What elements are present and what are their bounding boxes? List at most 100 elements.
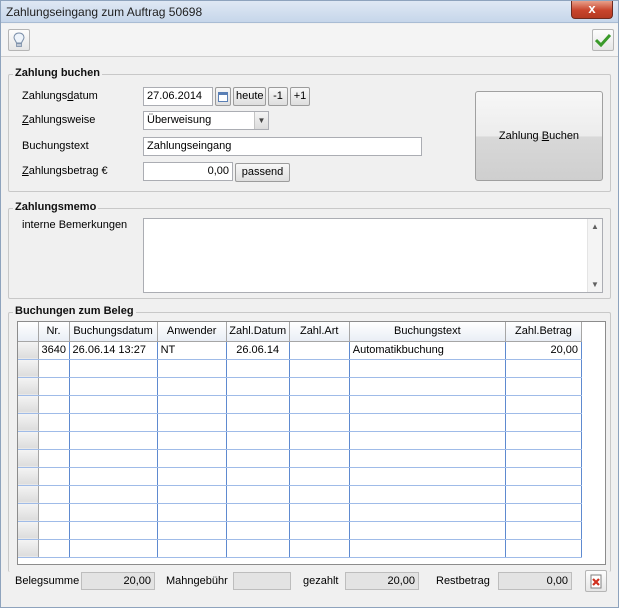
empty-cell [157, 485, 227, 504]
table-row-empty[interactable] [18, 467, 583, 486]
empty-cell [226, 449, 290, 468]
booking-text-input[interactable]: Zahlungseingang [143, 137, 422, 156]
dunning-fee-label: Mahngebühr [166, 575, 228, 587]
fit-amount-button[interactable]: passend [235, 163, 290, 182]
table-row-empty[interactable] [18, 413, 583, 432]
table-row-empty[interactable] [18, 431, 583, 450]
column-header[interactable]: Buchungstext [349, 322, 506, 342]
empty-cell [38, 539, 70, 558]
empty-cell [226, 485, 290, 504]
book-payment-button[interactable]: Zahlung Buchen [475, 91, 603, 181]
empty-cell [226, 539, 290, 558]
cell-nr: 3640 [38, 341, 70, 360]
table-row-empty[interactable] [18, 395, 583, 414]
empty-cell [38, 467, 70, 486]
memo-group-legend: Zahlungsmemo [13, 201, 99, 213]
column-header[interactable]: Anwender [157, 322, 227, 342]
ok-button[interactable] [592, 29, 614, 51]
column-header[interactable]: Zahl.Betrag [505, 322, 583, 342]
column-header[interactable]: Nr. [38, 322, 70, 342]
window-title: Zahlungseingang zum Auftrag 50698 [6, 5, 203, 19]
scroll-up-icon[interactable]: ▲ [591, 222, 599, 231]
payment-type-select[interactable]: Überweisung ▼ [143, 111, 269, 130]
memo-scrollbar[interactable]: ▲ ▼ [587, 219, 602, 292]
table-row-empty[interactable] [18, 485, 583, 504]
cell-amount: 20,00 [505, 341, 583, 360]
empty-cell [226, 431, 290, 450]
date-input[interactable]: 27.06.2014 [143, 87, 213, 106]
empty-cell [69, 485, 158, 504]
row-selector[interactable] [18, 467, 39, 486]
empty-cell [349, 467, 506, 486]
empty-cell [349, 377, 506, 396]
empty-cell [505, 395, 583, 414]
calendar-button[interactable] [215, 87, 231, 106]
row-selector[interactable] [18, 431, 39, 450]
empty-cell [349, 359, 506, 378]
table-row-empty[interactable] [18, 539, 583, 558]
table-row[interactable]: 3640 26.06.14 13:27 NT 26.06.14 Automati… [18, 341, 583, 360]
empty-cell [157, 413, 227, 432]
empty-cell [505, 431, 583, 450]
empty-cell [505, 449, 583, 468]
empty-cell [69, 413, 158, 432]
row-selector[interactable] [18, 377, 39, 396]
minus-one-day-button[interactable]: -1 [268, 87, 288, 106]
booking-text-label: Buchungstext [22, 140, 89, 152]
table-row-empty[interactable] [18, 521, 583, 540]
empty-cell [289, 359, 350, 378]
table-row-empty[interactable] [18, 377, 583, 396]
row-selector[interactable] [18, 359, 39, 378]
row-selector[interactable] [18, 395, 39, 414]
scroll-down-icon[interactable]: ▼ [591, 280, 599, 289]
table-row-empty[interactable] [18, 359, 583, 378]
empty-cell [38, 449, 70, 468]
empty-cell [226, 395, 290, 414]
empty-cell [226, 503, 290, 522]
document-sum-value: 20,00 [81, 572, 155, 590]
empty-cell [38, 485, 70, 504]
title-bar: Zahlungseingang zum Auftrag 50698 x [1, 1, 618, 23]
column-header[interactable]: Zahl.Datum [226, 322, 290, 342]
empty-cell [349, 395, 506, 414]
column-header[interactable]: Zahl.Art [289, 322, 350, 342]
empty-cell [349, 521, 506, 540]
row-selector[interactable] [18, 539, 39, 558]
row-selector[interactable] [18, 449, 39, 468]
empty-cell [349, 503, 506, 522]
close-button[interactable]: x [571, 1, 613, 19]
empty-cell [226, 521, 290, 540]
row-selector-header [18, 322, 39, 342]
table-row-empty[interactable] [18, 503, 583, 522]
empty-cell [69, 377, 158, 396]
row-selector[interactable] [18, 485, 39, 504]
cell-payment-date: 26.06.14 [226, 341, 290, 360]
delete-booking-button[interactable] [585, 570, 607, 592]
row-selector[interactable] [18, 521, 39, 540]
memo-textarea[interactable]: ▲ ▼ [143, 218, 603, 293]
plus-one-day-button[interactable]: +1 [290, 87, 310, 106]
amount-label: Zahlungsbetrag € [22, 165, 108, 177]
dunning-fee-value [233, 572, 291, 590]
empty-cell [38, 395, 70, 414]
row-selector[interactable] [18, 341, 39, 360]
empty-cell [69, 449, 158, 468]
payment-type-value: Überweisung [147, 114, 212, 126]
cell-booking-text: Automatikbuchung [349, 341, 506, 360]
row-selector[interactable] [18, 503, 39, 522]
amount-input[interactable]: 0,00 [143, 162, 233, 181]
payment-type-label: Zahlungsweise [22, 114, 96, 126]
info-button[interactable] [8, 29, 30, 51]
column-header[interactable]: Buchungsdatum [69, 322, 158, 342]
empty-cell [505, 485, 583, 504]
chevron-down-icon[interactable]: ▼ [254, 112, 268, 129]
paid-value: 20,00 [345, 572, 419, 590]
row-selector[interactable] [18, 413, 39, 432]
empty-cell [157, 449, 227, 468]
today-button[interactable]: heute [233, 87, 266, 106]
toolbar [1, 24, 618, 57]
table-row-empty[interactable] [18, 449, 583, 468]
empty-cell [69, 521, 158, 540]
empty-cell [349, 485, 506, 504]
bookings-table[interactable]: Nr. Buchungsdatum Anwender Zahl.Datum Za… [17, 321, 606, 565]
